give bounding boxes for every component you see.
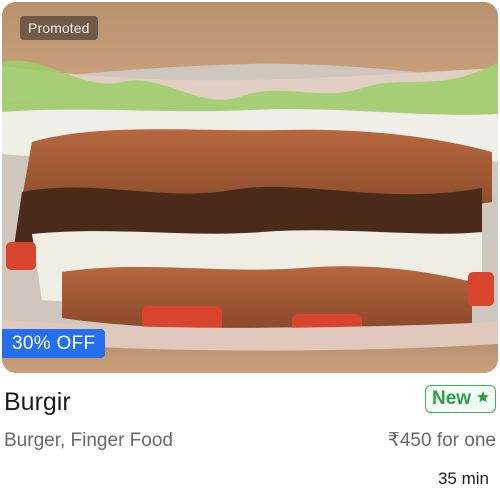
restaurant-name[interactable]: Burgir [4,386,71,418]
new-badge: New [425,385,496,413]
discount-badge: 30% OFF [2,329,106,358]
promoted-tag: Promoted [20,16,98,40]
new-badge-label: New [432,388,472,409]
burger-photo [2,2,498,373]
delivery-time: 35 min [437,469,489,488]
star-icon [477,391,489,403]
cuisine-list: Burger, Finger Food [4,430,173,451]
restaurant-card[interactable]: Promoted 30% OFF Burgir New Burger, Fing… [0,0,500,501]
restaurant-photo[interactable]: Promoted [2,2,498,373]
price-for-one: ₹450 for one [387,430,496,451]
